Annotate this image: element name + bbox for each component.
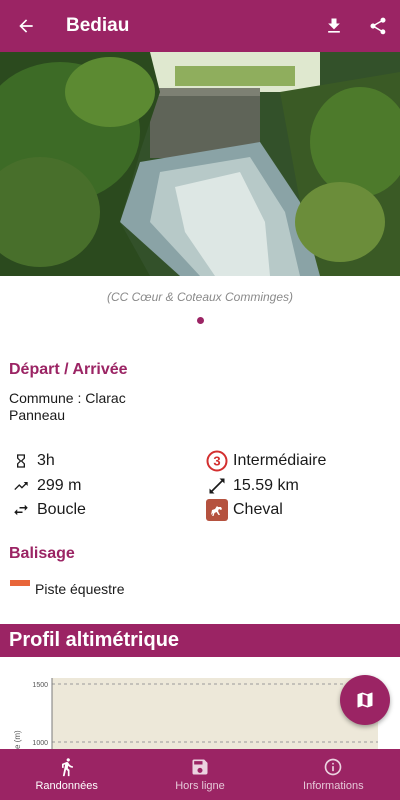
map-icon [357,692,373,708]
swap-arrows-icon [9,499,33,521]
stat-duration-value: 3h [37,452,55,469]
nav-item-randonnees[interactable]: Randonnées [0,749,133,800]
download-icon [328,18,340,33]
stat-route-type-value: Boucle [37,501,86,518]
map-fab-button[interactable] [340,675,390,725]
diagonal-arrows-icon [205,475,229,497]
marking-label: Piste équestre [35,581,125,597]
chart-axis-label: e (m) [13,730,22,749]
horse-icon [205,499,229,521]
stat-duration: 3h [9,450,55,472]
nav-item-hors-ligne[interactable]: Hors ligne [133,749,266,800]
departure-place: Panneau [9,407,66,423]
nav-label-hors-ligne: Hors ligne [175,780,225,792]
app-bar: Bediau [0,0,400,52]
share-button[interactable] [356,0,400,52]
difficulty-level: 3 [213,454,220,469]
bottom-navigation: Randonnées Hors ligne Informations [0,749,400,800]
stat-distance-value: 15.59 km [233,477,299,494]
chart-tick-1000: 1000 [32,740,48,747]
difficulty-badge-icon: 3 [205,450,229,472]
trending-up-icon [9,475,33,497]
hiker-icon [61,758,73,777]
download-button[interactable] [312,0,356,52]
back-button[interactable] [0,0,52,52]
profile-title: Profil altimétrique [0,624,400,657]
trail-photo-image [0,52,400,276]
stat-elevation-value: 299 m [37,477,82,494]
stat-difficulty-value: Intermédiaire [233,452,327,469]
info-icon [324,758,342,776]
stat-practice-value: Cheval [233,501,283,518]
marking-color-swatch [10,580,30,586]
photo-credit: (CC Cœur & Coteaux Comminges) [106,290,294,304]
page-title: Bediau [66,15,130,36]
departure-commune: Commune : Clarac [9,390,126,406]
stat-elevation: 299 m [9,475,81,497]
stat-route-type: Boucle [9,499,86,521]
chart-tick-1500: 1500 [32,682,48,689]
stat-practice: Cheval [205,499,283,521]
nav-label-informations: Informations [303,780,364,792]
hourglass-icon [9,450,33,472]
stat-distance: 15.59 km [205,475,299,497]
marking-title: Balisage [9,545,75,562]
save-icon [192,759,208,775]
arrow-left-icon [19,19,33,33]
share-icon [370,17,386,35]
trail-photo[interactable] [0,52,400,276]
stat-difficulty: 3 Intermédiaire [205,450,326,472]
departure-title: Départ / Arrivée [9,361,128,378]
nav-label-randonnees: Randonnées [35,780,98,792]
carousel-indicator[interactable] [197,317,204,324]
nav-item-informations[interactable]: Informations [267,749,400,800]
